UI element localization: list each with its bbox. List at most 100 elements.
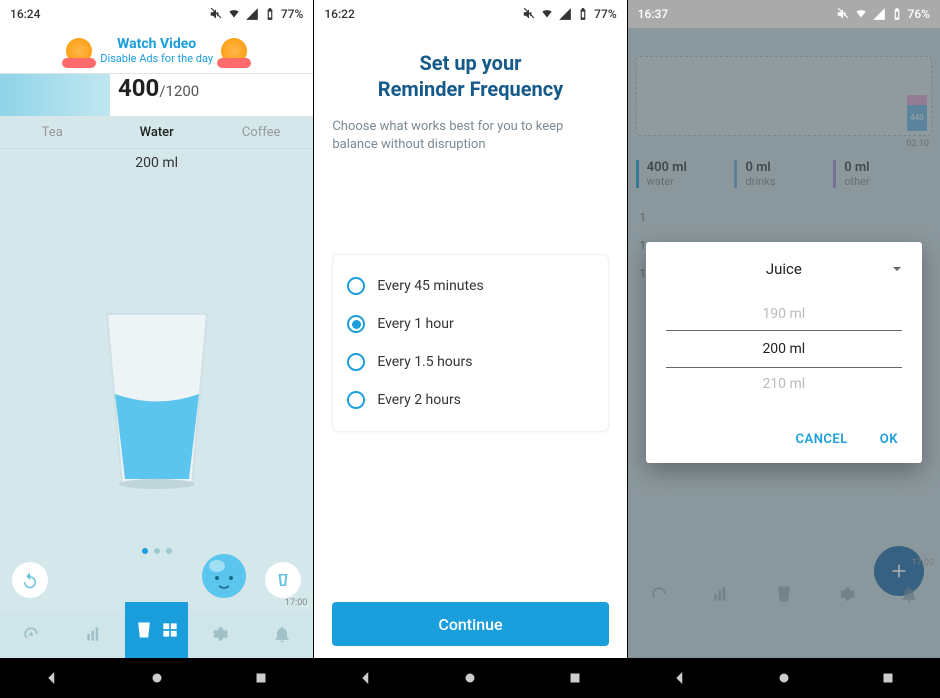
back-icon[interactable] [43, 669, 61, 687]
drink-select[interactable]: Juice [666, 260, 902, 278]
gear-icon [209, 624, 229, 644]
ad-banner[interactable]: Watch Video Disable Ads for the day [0, 28, 313, 73]
droplet-icon [197, 546, 251, 600]
drink-select-value: Juice [766, 260, 802, 278]
status-bar: 16:37 76% [628, 0, 940, 28]
ad-icon-left [66, 38, 92, 64]
home-icon[interactable] [775, 669, 793, 687]
recent-icon[interactable] [879, 669, 897, 687]
drink-tabs: Tea Water Coffee [0, 117, 313, 149]
battery-icon [890, 7, 904, 21]
undo-icon [21, 571, 39, 589]
dialog-actions: CANCEL OK [666, 424, 902, 455]
dot-3 [166, 548, 172, 554]
status-icons: 77% [522, 7, 616, 21]
undo-button[interactable] [12, 562, 48, 598]
radio-icon [347, 315, 365, 333]
mute-icon [522, 7, 536, 21]
radio-icon [347, 277, 365, 295]
bell-icon [272, 624, 292, 644]
status-icons: 76% [836, 7, 930, 21]
gauge-icon [21, 624, 41, 644]
status-time: 16:22 [324, 7, 354, 21]
status-bar: 16:24 77% [0, 0, 313, 28]
cup-button[interactable] [265, 562, 301, 598]
status-time: 16:37 [638, 7, 668, 21]
tab-coffee[interactable]: Coffee [209, 117, 313, 148]
radio-icon [347, 391, 365, 409]
screen-stats-dialog: 16:37 76% 440 02.10 400 ml water [627, 0, 940, 698]
android-nav [314, 658, 626, 698]
battery-percent: 76% [908, 7, 930, 21]
nav-reminders[interactable] [251, 624, 314, 644]
cup-icon [274, 571, 292, 589]
recent-icon[interactable] [252, 669, 270, 687]
mute-icon [209, 7, 223, 21]
tab-water[interactable]: Water [104, 117, 208, 148]
battery-percent: 77% [594, 7, 616, 21]
setup-title: Set up your Reminder Frequency [332, 50, 608, 102]
option-label: Every 45 minutes [377, 278, 483, 294]
continue-button[interactable]: Continue [332, 602, 608, 646]
amount-label: 200 ml [0, 149, 313, 177]
option-1-5hour[interactable]: Every 1.5 hours [347, 343, 593, 381]
ad-icon-right [221, 38, 247, 64]
progress-max: 1200 [166, 82, 200, 100]
tab-tea[interactable]: Tea [0, 117, 104, 148]
glass-area[interactable] [0, 177, 313, 610]
recent-icon[interactable] [566, 669, 584, 687]
screen-main: 16:24 77% Watch Video Disable Ads for th… [0, 0, 313, 698]
progress-fill [0, 74, 110, 116]
main-body: Watch Video Disable Ads for the day 400 … [0, 28, 313, 658]
grid-icon [160, 620, 180, 640]
nav-settings[interactable] [188, 624, 251, 644]
home-icon[interactable] [461, 669, 479, 687]
frequency-options: Every 45 minutes Every 1 hour Every 1.5 … [332, 254, 608, 432]
option-45min[interactable]: Every 45 minutes [347, 267, 593, 305]
progress-text: 400 / 1200 [110, 74, 313, 116]
page-dots [142, 548, 172, 554]
amount-picker[interactable]: 190 ml 200 ml 210 ml [666, 298, 902, 400]
nav-time-tag: 17:00 [285, 598, 307, 608]
back-icon[interactable] [671, 669, 689, 687]
battery-percent: 77% [281, 7, 303, 21]
progress-counter: 400 / 1200 [0, 73, 313, 117]
back-icon[interactable] [357, 669, 375, 687]
option-1hour[interactable]: Every 1 hour [347, 305, 593, 343]
amount-dialog: Juice 190 ml 200 ml 210 ml CANCEL OK [646, 242, 922, 463]
glass-icon [134, 620, 154, 640]
picker-value-selected: 200 ml [666, 330, 902, 368]
signal-icon [872, 7, 886, 21]
status-bar: 16:22 77% [314, 0, 626, 28]
nav-dashboard[interactable] [0, 624, 63, 644]
home-icon[interactable] [148, 669, 166, 687]
android-nav [0, 658, 313, 698]
bottom-nav: 17:00 [0, 610, 313, 658]
stats-body: 440 02.10 400 ml water 0 ml drinks 0 ml … [628, 28, 940, 658]
status-icons: 77% [209, 7, 303, 21]
mute-icon [836, 7, 850, 21]
battery-icon [576, 7, 590, 21]
dot-1 [142, 548, 148, 554]
radio-icon [347, 353, 365, 371]
bars-icon [84, 624, 104, 644]
ad-text: Watch Video Disable Ads for the day [100, 36, 213, 65]
option-label: Every 2 hours [377, 392, 461, 408]
picker-value-next: 210 ml [666, 368, 902, 400]
wifi-icon [854, 7, 868, 21]
wifi-icon [540, 7, 554, 21]
setup-subtitle: Choose what works best for you to keep b… [332, 118, 608, 154]
dot-2 [154, 548, 160, 554]
ok-button[interactable]: OK [876, 424, 902, 455]
screen-reminder-setup: 16:22 77% Set up your Reminder Frequency… [313, 0, 626, 698]
progress-value: 400 [118, 74, 159, 102]
nav-home[interactable] [125, 602, 188, 658]
status-time: 16:24 [10, 7, 40, 21]
cancel-button[interactable]: CANCEL [792, 424, 852, 455]
wifi-icon [227, 7, 241, 21]
ad-title: Watch Video [100, 36, 213, 52]
signal-icon [558, 7, 572, 21]
ad-subtitle: Disable Ads for the day [100, 52, 213, 65]
option-2hour[interactable]: Every 2 hours [347, 381, 593, 419]
nav-stats[interactable] [63, 624, 126, 644]
